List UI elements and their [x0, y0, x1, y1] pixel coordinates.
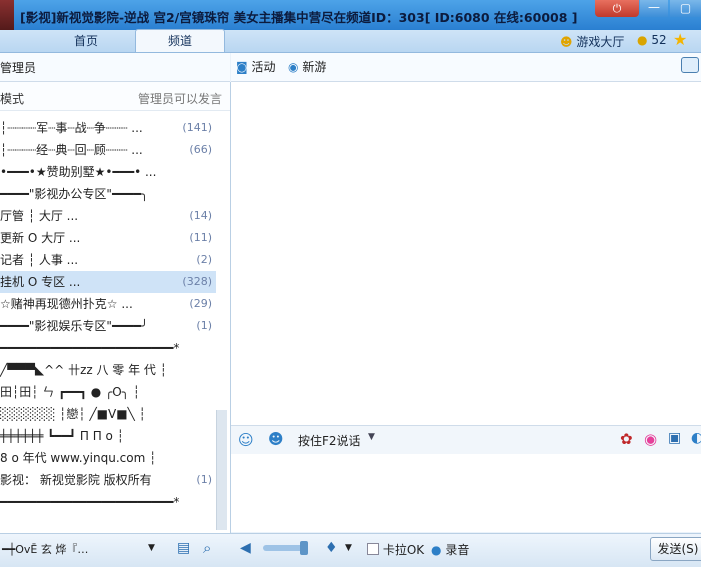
- channel-row-count: (328): [182, 275, 212, 288]
- channel-row[interactable]: 田┆田┆ ㄣ ┏━━┓ ● ╭O╮ ┆: [0, 381, 216, 403]
- search-icon[interactable]: ⌕: [203, 539, 211, 557]
- activity-button[interactable]: ◙ 活动: [236, 58, 276, 75]
- channel-row-label: 记者 ┆ 人事 ...: [0, 253, 79, 267]
- new-games-label: 新游: [302, 60, 327, 74]
- channel-row-label: ░░░░░░ ┆戀┆ ╱■V■╲ ┆: [0, 407, 146, 421]
- channel-row-label: ╱▀▀▀◣^^ 卄zz 八 零 年 代 ┆: [0, 363, 167, 377]
- dropdown-chevron-icon[interactable]: ▼: [148, 543, 155, 553]
- edit-icon[interactable]: ▤: [177, 540, 190, 556]
- channel-row[interactable]: ╱▀▀▀◣^^ 卄zz 八 零 年 代 ┆: [0, 359, 216, 381]
- coin-value: 52: [651, 33, 667, 47]
- channel-row-count: (1): [196, 319, 212, 332]
- channel-row-label: ━━━━"影视办公专区"━━━━╮: [0, 187, 149, 201]
- window-title: [影视]新视觉影院-逆战 宫2/宫镜珠帘 美女主播集中营尽在频道ID：303[ …: [20, 10, 578, 25]
- game-hall-link[interactable]: ☻ 游戏大厅: [560, 33, 624, 50]
- channel-row[interactable]: 更新 O 大厅 ... (11): [0, 227, 216, 249]
- rose-icon[interactable]: ✿: [620, 430, 633, 448]
- volume-slider-handle[interactable]: [300, 541, 308, 555]
- channel-row-count: (29): [189, 297, 212, 310]
- channel-row[interactable]: ╪╪╪╪╪╪ ┗━━┛ Π Π o ┆: [0, 425, 216, 447]
- channel-row[interactable]: ━━━━━━━━━━━━━━━━━━━━━━━━*: [0, 337, 216, 359]
- channel-row-label: •━━━•★赞助别墅★•━━━• ...: [0, 165, 157, 179]
- more-icon[interactable]: ◐: [691, 430, 701, 446]
- tab-channel[interactable]: 频道: [135, 29, 225, 52]
- karaoke-label: 卡拉OK: [382, 543, 425, 557]
- channel-row-label: ┆┈┈┈┈军┈事┈战┈争┈┈┈ ...: [0, 121, 143, 135]
- coin-icon: ●: [637, 33, 648, 47]
- send-button[interactable]: 发送(S): [650, 537, 701, 561]
- channel-row-label: 影视： 新视觉影院 版权所有: [0, 473, 152, 487]
- channel-row-label: 厅管 ┆ 大厅 ...: [0, 209, 79, 223]
- karaoke-checkbox[interactable]: 卡拉OK: [367, 541, 424, 558]
- gamepad-icon: ◉: [288, 60, 299, 74]
- coin-count[interactable]: ● 52: [637, 33, 667, 47]
- channel-row-label: ━━━━━━━━━━━━━━━━━━━━━━━━*: [0, 341, 180, 355]
- volume-slider[interactable]: [263, 545, 305, 551]
- power-button[interactable]: ⏻: [595, 0, 639, 17]
- channel-row[interactable]: ━━━━"影视办公专区"━━━━╮: [0, 183, 216, 205]
- chevron-down-icon[interactable]: ▼: [368, 432, 375, 442]
- channel-row[interactable]: ━━━━━━━━━━━━━━━━━━━━━━━━*: [0, 491, 216, 513]
- lollipop-icon[interactable]: ◉: [644, 430, 657, 448]
- channel-row-label: ━━━━━━━━━━━━━━━━━━━━━━━━*: [0, 495, 180, 509]
- push-to-talk-button[interactable]: 按住F2说话: [298, 432, 361, 449]
- chat-bubble-icon[interactable]: [681, 57, 699, 73]
- channel-row[interactable]: ━━━━"影视娱乐专区"━━━━╯ (1): [0, 315, 216, 337]
- admin-label[interactable]: 管理员: [0, 59, 36, 76]
- message-input[interactable]: [231, 454, 701, 532]
- minimize-button[interactable]: —: [640, 0, 668, 17]
- activity-icon: ◙: [236, 60, 248, 74]
- channel-row-label: ┆┈┈┈┈经┈典┈回┈顾┈┈┈ ...: [0, 143, 143, 157]
- channel-row-label: 更新 O 大厅 ...: [0, 231, 81, 245]
- activity-label: 活动: [251, 60, 276, 74]
- channel-row-count: (14): [189, 209, 212, 222]
- channel-row-label: ╪╪╪╪╪╪ ┗━━┛ Π Π o ┆: [0, 429, 124, 443]
- microphone-icon[interactable]: ♦: [325, 540, 338, 556]
- channel-row[interactable]: 厅管 ┆ 大厅 ... (14): [0, 205, 216, 227]
- mode-label: 模式: [0, 92, 25, 106]
- toolbox-icon[interactable]: ▣: [668, 430, 681, 446]
- channel-row[interactable]: 记者 ┆ 人事 ... (2): [0, 249, 216, 271]
- channel-row-label: 8 o 年代 www.yinqu.com ┆: [0, 451, 157, 465]
- channel-row[interactable]: 挂机 O 专区 ... (328): [0, 271, 216, 293]
- chat-message-area: [231, 82, 701, 425]
- channel-row-count: (1): [196, 473, 212, 486]
- face-icon[interactable]: ☻: [268, 430, 284, 448]
- scrollbar[interactable]: [216, 410, 227, 530]
- channel-row[interactable]: 影视： 新视觉影院 版权所有 (1): [0, 469, 216, 491]
- channel-row-count: (11): [189, 231, 212, 244]
- game-hall-icon: ☻: [560, 35, 573, 49]
- record-button[interactable]: ● 录音: [431, 541, 469, 558]
- channel-row[interactable]: ┆┈┈┈┈军┈事┈战┈争┈┈┈ ... (141): [0, 117, 216, 139]
- channel-row-label: 田┆田┆ ㄣ ┏━━┓ ● ╭O╮ ┆: [0, 385, 141, 399]
- mode-note: 管理员可以发言: [138, 92, 223, 106]
- channel-row-label: ━━━━"影视娱乐专区"━━━━╯: [0, 319, 149, 333]
- maximize-button[interactable]: ▢: [670, 0, 701, 17]
- emoji-icon[interactable]: ☺: [238, 431, 254, 449]
- channel-row-count: (66): [189, 143, 212, 156]
- record-label: 录音: [445, 543, 470, 557]
- checkbox-icon: [367, 543, 379, 555]
- channel-row[interactable]: •━━━•★赞助别墅★•━━━• ...: [0, 161, 216, 183]
- channel-row-label: ☆赌神再现德州扑克☆ ...: [0, 297, 133, 311]
- speaker-icon[interactable]: ◀: [240, 540, 251, 556]
- game-hall-label: 游戏大厅: [576, 35, 625, 49]
- channel-row-count: (141): [182, 121, 212, 134]
- mic-chevron-icon[interactable]: ▼: [345, 543, 352, 553]
- record-icon: ●: [431, 543, 442, 557]
- user-nickname[interactable]: ━┿OvĒ 玄 烨『…: [2, 541, 88, 557]
- channel-row-count: (2): [196, 253, 212, 266]
- channel-row-label: 挂机 O 专区 ...: [0, 275, 81, 289]
- channel-row[interactable]: ┆┈┈┈┈经┈典┈回┈顾┈┈┈ ... (66): [0, 139, 216, 161]
- channel-row[interactable]: 8 o 年代 www.yinqu.com ┆: [0, 447, 216, 469]
- favorite-star-icon[interactable]: ★: [673, 30, 687, 49]
- new-games-button[interactable]: ◉ 新游: [288, 58, 326, 75]
- channel-row[interactable]: ☆赌神再现德州扑克☆ ... (29): [0, 293, 216, 315]
- tab-home[interactable]: 首页: [42, 30, 130, 52]
- channel-row[interactable]: ░░░░░░ ┆戀┆ ╱■V■╲ ┆: [0, 403, 216, 425]
